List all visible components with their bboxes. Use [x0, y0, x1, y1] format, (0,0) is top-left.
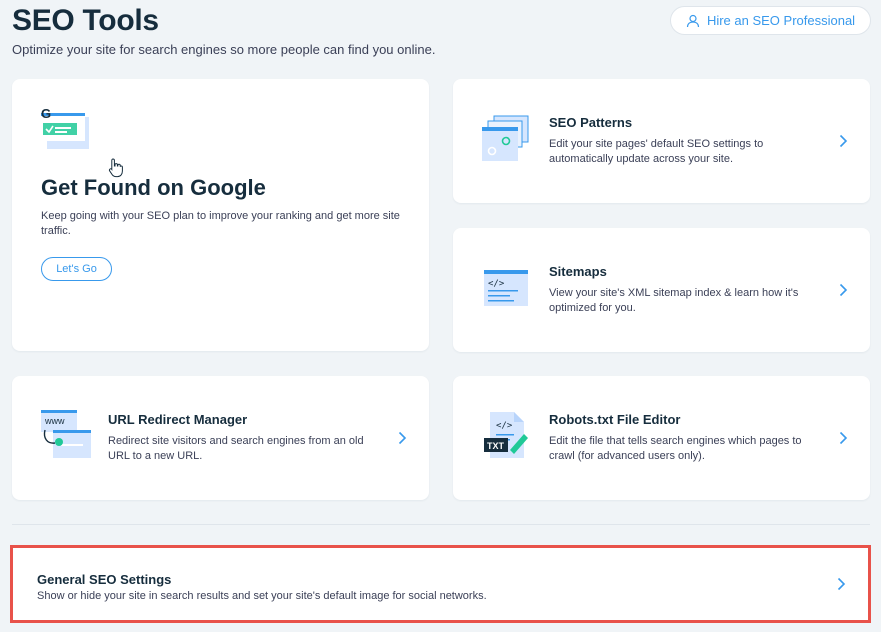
page-subtitle: Optimize your site for search engines so…: [12, 42, 436, 57]
hero-title: Get Found on Google: [41, 175, 266, 200]
url-redirect-description: Redirect site visitors and search engine…: [108, 435, 364, 462]
seo-patterns-icon: [482, 115, 529, 161]
chevron-right-icon[interactable]: [837, 577, 846, 591]
www-glyph: www: [44, 416, 65, 426]
robots-txt-description: Edit the file that tells search engines …: [549, 435, 802, 462]
seo-patterns-title: SEO Patterns: [549, 115, 633, 130]
chevron-right-icon[interactable]: [839, 134, 848, 148]
chevron-right-icon[interactable]: [398, 431, 407, 445]
lets-go-button[interactable]: Let's Go: [41, 257, 112, 281]
txt-glyph: TXT: [487, 441, 505, 451]
hand-cursor-icon: [108, 158, 123, 178]
general-seo-settings-description: Show or hide your site in search results…: [37, 590, 487, 602]
url-redirect-icon: www: [41, 410, 91, 458]
robots-txt-editor-card[interactable]: </> TXT Robots.txt File Editor Edit the …: [453, 376, 870, 500]
robots-txt-title: Robots.txt File Editor: [549, 412, 681, 427]
google-search-icon: G: [41, 109, 89, 149]
hire-seo-professional-button[interactable]: Hire an SEO Professional: [670, 6, 871, 35]
url-redirect-manager-card[interactable]: www URL Redirect Manager Redirect site v…: [12, 376, 429, 500]
robots-txt-icon: </> TXT: [484, 412, 528, 458]
sitemap-code-glyph: </>: [488, 279, 505, 289]
seo-patterns-description: Edit your site pages' default SEO settin…: [549, 138, 764, 165]
hero-description: Keep going with your SEO plan to improve…: [41, 210, 400, 237]
hire-seo-professional-label: Hire an SEO Professional: [706, 13, 856, 28]
sitemaps-description: View your site's XML sitemap index & lea…: [549, 287, 799, 314]
url-redirect-title: URL Redirect Manager: [108, 412, 248, 427]
robots-code-glyph: </>: [496, 421, 513, 431]
get-found-on-google-card: G Get Found on Google Keep going with yo…: [12, 79, 429, 351]
user-icon: [686, 14, 700, 27]
section-divider: [12, 524, 870, 525]
sitemap-icon: </>: [484, 270, 528, 306]
page-title: SEO Tools: [12, 4, 159, 37]
chevron-right-icon[interactable]: [839, 431, 848, 445]
sitemaps-card[interactable]: </> Sitemaps View your site's XML sitema…: [453, 228, 870, 352]
general-seo-settings-card[interactable]: General SEO Settings Show or hide your s…: [10, 545, 871, 623]
seo-patterns-card[interactable]: SEO Patterns Edit your site pages' defau…: [453, 79, 870, 203]
google-g-glyph: G: [41, 109, 51, 121]
general-seo-settings-title: General SEO Settings: [37, 572, 172, 587]
chevron-right-icon[interactable]: [839, 283, 848, 297]
sitemaps-title: Sitemaps: [549, 264, 607, 279]
